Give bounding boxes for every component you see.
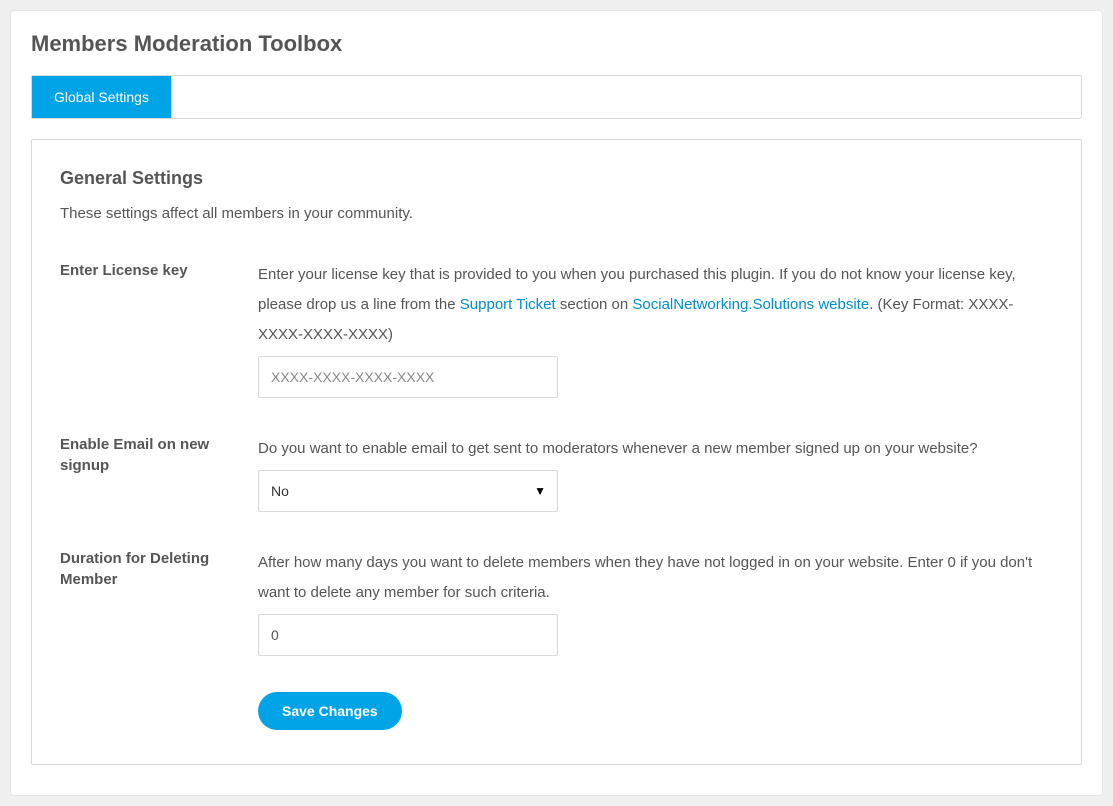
license-key-input[interactable] [258, 356, 558, 398]
enable-email-description: Do you want to enable email to get sent … [258, 434, 1053, 464]
section-description: These settings affect all members in you… [60, 203, 1053, 226]
section-title: General Settings [60, 168, 1053, 189]
label-license-key: Enter License key [60, 260, 258, 281]
field-duration: After how many days you want to delete m… [258, 548, 1053, 656]
duration-description: After how many days you want to delete m… [258, 548, 1053, 608]
submit-row: Save Changes [258, 692, 1053, 730]
enable-email-select-wrap: No ▼ [258, 470, 558, 512]
page-container: Members Moderation Toolbox Global Settin… [10, 10, 1103, 796]
sns-website-link[interactable]: SocialNetworking.Solutions website [632, 296, 869, 313]
license-description: Enter your license key that is provided … [258, 260, 1053, 350]
row-license-key: Enter License key Enter your license key… [60, 260, 1053, 398]
field-enable-email: Do you want to enable email to get sent … [258, 434, 1053, 512]
tabs-bar: Global Settings [31, 75, 1082, 119]
settings-panel: General Settings These settings affect a… [31, 139, 1082, 765]
row-enable-email: Enable Email on new signup Do you want t… [60, 434, 1053, 512]
field-license-key: Enter your license key that is provided … [258, 260, 1053, 398]
row-duration: Duration for Deleting Member After how m… [60, 548, 1053, 656]
label-duration: Duration for Deleting Member [60, 548, 258, 590]
duration-input[interactable] [258, 614, 558, 656]
label-enable-email: Enable Email on new signup [60, 434, 258, 476]
license-desc-text-2: section on [556, 296, 633, 313]
save-button[interactable]: Save Changes [258, 692, 402, 730]
page-title: Members Moderation Toolbox [31, 31, 1082, 57]
tab-global-settings[interactable]: Global Settings [32, 76, 172, 118]
support-ticket-link[interactable]: Support Ticket [460, 296, 556, 313]
enable-email-select[interactable]: No [258, 470, 558, 512]
